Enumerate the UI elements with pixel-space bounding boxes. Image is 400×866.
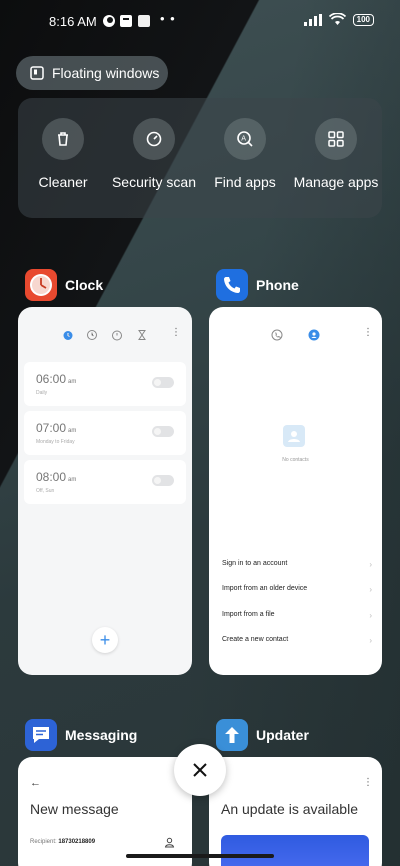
phone-app-label[interactable]: Phone bbox=[216, 269, 299, 301]
battery-indicator: 100 bbox=[352, 13, 374, 26]
floating-windows-label: Floating windows bbox=[52, 65, 160, 81]
alarm-tab-icon[interactable] bbox=[62, 329, 74, 341]
update-available-title: An update is available bbox=[221, 801, 358, 817]
alarm-repeat: Monday to Friday bbox=[36, 439, 75, 445]
clock-menu-icon[interactable]: ⋮ bbox=[171, 327, 181, 338]
alarm-time: 06:00 am bbox=[36, 372, 77, 386]
home-gesture-bar[interactable] bbox=[126, 854, 274, 858]
updater-app-icon bbox=[216, 719, 248, 751]
manage-apps-button[interactable]: Manage apps bbox=[291, 118, 381, 191]
security-scan-label: Security scan bbox=[111, 174, 197, 190]
trash-icon bbox=[42, 118, 84, 160]
floating-window-icon bbox=[30, 66, 44, 80]
alarm-repeat: Daily bbox=[36, 390, 48, 396]
chevron-right-icon: › bbox=[369, 560, 372, 569]
updater-app-card[interactable]: ⋮ An update is available bbox=[209, 757, 382, 866]
cleaner-button[interactable]: Cleaner bbox=[18, 118, 108, 191]
clock-app-icon bbox=[25, 269, 57, 301]
phone-app-name: Phone bbox=[256, 277, 299, 293]
notification-icon bbox=[103, 15, 115, 27]
alarm-repeat: Off, Sun bbox=[36, 488, 55, 494]
updater-app-label[interactable]: Updater bbox=[216, 719, 309, 751]
messaging-app-card[interactable]: ← New message Recipient: 18730218809 bbox=[18, 757, 192, 866]
security-scan-button[interactable]: Security scan bbox=[109, 118, 199, 191]
security-gauge-icon bbox=[133, 118, 175, 160]
clock-app-label[interactable]: Clock bbox=[25, 269, 103, 301]
find-apps-label: Find apps bbox=[214, 174, 276, 190]
upload-icon bbox=[120, 15, 132, 27]
floating-windows-button[interactable]: Floating windows bbox=[16, 56, 168, 90]
import-older-device-link[interactable]: Import from an older device › bbox=[222, 585, 372, 594]
contact-picker-icon[interactable] bbox=[164, 837, 175, 848]
messaging-app-icon bbox=[25, 719, 57, 751]
find-apps-icon: A bbox=[224, 118, 266, 160]
chevron-right-icon: › bbox=[369, 611, 372, 620]
no-contacts-text: No contacts bbox=[282, 457, 309, 463]
update-banner-image bbox=[221, 835, 369, 866]
clock-app-card[interactable]: ⋮ 06:00 am Daily 07:00 am Monday to Friday… bbox=[18, 307, 192, 675]
add-alarm-button[interactable]: + bbox=[92, 627, 118, 653]
grid-icon bbox=[315, 118, 357, 160]
cleaner-label: Cleaner bbox=[38, 174, 88, 190]
back-arrow-icon[interactable]: ← bbox=[30, 777, 41, 789]
updater-menu-icon[interactable]: ⋮ bbox=[363, 777, 373, 788]
alarm-time: 07:00 am bbox=[36, 421, 77, 435]
sign-in-link[interactable]: Sign in to an account › bbox=[222, 560, 372, 569]
status-bar: 8:16 AM • • 100 bbox=[0, 0, 400, 44]
alarm-toggle[interactable] bbox=[152, 475, 174, 486]
clear-all-button[interactable] bbox=[174, 744, 226, 796]
phone-menu-icon[interactable]: ⋮ bbox=[363, 327, 373, 338]
find-apps-button[interactable]: A Find apps bbox=[200, 118, 290, 191]
status-time: 8:16 AM bbox=[49, 14, 97, 29]
alarm-row[interactable]: 07:00 am Monday to Friday bbox=[24, 411, 186, 455]
quick-tools-panel: Cleaner Security scan A Find apps Manage… bbox=[18, 98, 382, 218]
signal-icon bbox=[303, 13, 322, 26]
alarm-time: 08:00 am bbox=[36, 470, 77, 484]
alarm-toggle[interactable] bbox=[152, 426, 174, 437]
new-message-title: New message bbox=[30, 801, 119, 817]
manage-apps-label: Manage apps bbox=[293, 174, 379, 190]
recipient-field[interactable]: Recipient: 18730218809 bbox=[30, 839, 95, 845]
more-notifications-indicator: • • bbox=[160, 11, 176, 26]
stopwatch-tab-icon[interactable] bbox=[111, 329, 123, 341]
svg-text:A: A bbox=[241, 135, 246, 143]
messaging-app-name: Messaging bbox=[65, 727, 138, 743]
app-notification-icon bbox=[138, 15, 150, 27]
updater-app-name: Updater bbox=[256, 727, 309, 743]
recents-tab-icon[interactable] bbox=[271, 329, 283, 341]
clock-app-name: Clock bbox=[65, 277, 104, 293]
wifi-icon bbox=[328, 13, 346, 25]
chevron-right-icon: › bbox=[369, 636, 372, 645]
contacts-tab-icon[interactable] bbox=[308, 329, 320, 341]
create-contact-link[interactable]: Create a new contact › bbox=[222, 636, 372, 645]
alarm-row[interactable]: 06:00 am Daily bbox=[24, 362, 186, 406]
timer-tab-icon[interactable] bbox=[136, 329, 148, 341]
close-icon bbox=[193, 763, 207, 777]
status-right: 100 bbox=[303, 13, 374, 26]
import-file-link[interactable]: Import from a file › bbox=[222, 611, 372, 620]
alarm-row[interactable]: 08:00 am Off, Sun bbox=[24, 460, 186, 504]
contact-placeholder-icon bbox=[283, 425, 305, 447]
messaging-app-label[interactable]: Messaging bbox=[25, 719, 137, 751]
clock-tabs: ⋮ bbox=[18, 327, 192, 343]
world-clock-tab-icon[interactable] bbox=[86, 329, 98, 341]
phone-app-icon bbox=[216, 269, 248, 301]
phone-app-card[interactable]: ⋮ No contacts Sign in to an account › Imp… bbox=[209, 307, 382, 675]
alarm-toggle[interactable] bbox=[152, 377, 174, 388]
chevron-right-icon: › bbox=[369, 585, 372, 594]
